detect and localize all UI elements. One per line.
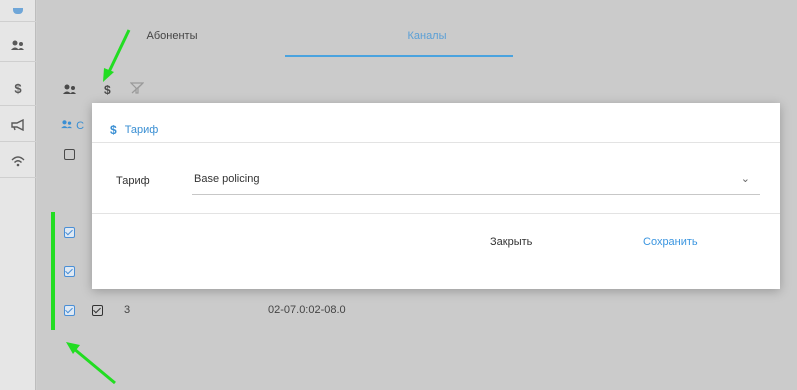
active-tab-indicator [285, 55, 513, 57]
users-icon [63, 84, 76, 94]
tab-channels[interactable]: Каналы [357, 30, 497, 42]
tariff-dialog: $ Тариф Тариф Base policing ⌄ Закрыть Со… [92, 103, 780, 289]
left-sidebar: $ [0, 0, 36, 390]
users-icon [11, 40, 24, 50]
row-edit-checkbox[interactable] [92, 305, 103, 316]
circle-icon [13, 7, 23, 14]
row-checkbox[interactable] [64, 266, 75, 277]
dollar-icon: $ [110, 123, 117, 137]
row-channel: 02-07.0:02-08.0 [268, 304, 346, 316]
save-button[interactable]: Сохранить [643, 236, 698, 248]
megaphone-icon [11, 118, 24, 131]
tariff-select-value: Base policing [194, 173, 260, 185]
dollar-icon: $ [14, 81, 22, 96]
select-all-checkbox[interactable] [64, 149, 75, 160]
filter-clear-icon-glyph [129, 82, 145, 94]
sidebar-item-top[interactable] [0, 0, 36, 22]
section-header-label: С [76, 120, 85, 132]
row-checkbox[interactable] [64, 305, 75, 316]
tariff-select[interactable]: Base policing ⌄ [192, 167, 760, 195]
wifi-icon [11, 155, 25, 166]
sidebar-item-broadcast[interactable] [0, 108, 36, 142]
divider [92, 213, 780, 214]
tariff-button[interactable]: $ [104, 83, 111, 97]
row-number: 3 [124, 304, 131, 316]
users-toolbar-icon[interactable] [63, 83, 77, 98]
sidebar-item-wifi[interactable] [0, 144, 36, 178]
tab-subscribers[interactable]: Абоненты [132, 30, 212, 42]
section-header: С [61, 119, 84, 132]
filter-clear-icon[interactable] [129, 82, 145, 97]
dialog-title-text: Тариф [124, 124, 159, 136]
chevron-down-icon: ⌄ [740, 173, 750, 185]
users-icon [61, 120, 72, 129]
sidebar-item-users[interactable] [0, 28, 36, 62]
tariff-field-label: Тариф [116, 175, 150, 187]
divider [92, 142, 780, 143]
row-checkbox[interactable] [64, 227, 75, 238]
sidebar-item-tariffs[interactable]: $ [0, 72, 36, 106]
close-button[interactable]: Закрыть [490, 236, 532, 248]
table-row[interactable]: 3 02-07.0:02-08.0 [51, 298, 797, 324]
dialog-title: $ Тариф [110, 123, 158, 137]
